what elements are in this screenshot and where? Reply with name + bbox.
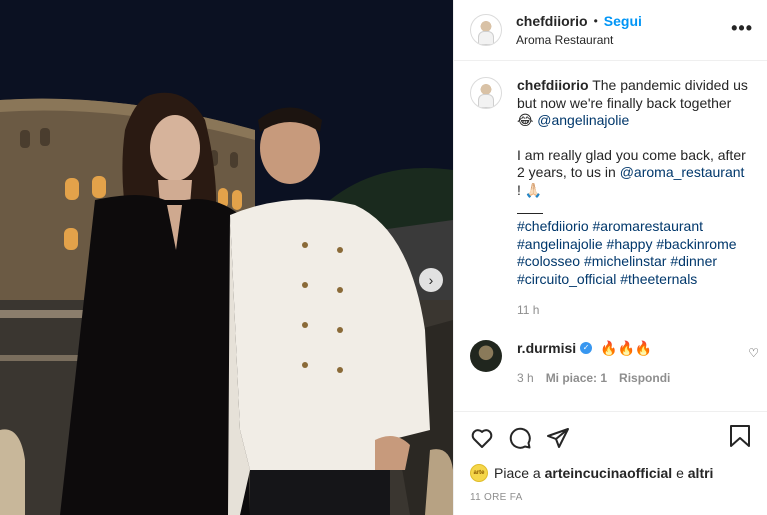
comment-meta: 3 h Mi piace: 1 Rispondi bbox=[517, 371, 670, 385]
caption-text-3: ! 🙏🏻 bbox=[517, 181, 543, 198]
caption-body: chefdiiorio The pandemic divided us but … bbox=[517, 77, 751, 320]
verified-badge-icon: ✓ bbox=[580, 342, 593, 354]
hashtag-link[interactable]: #backinrome bbox=[656, 236, 736, 252]
hashtag-link[interactable]: #aromarestaurant bbox=[593, 218, 704, 234]
hashtag-link[interactable]: #angelinajolie bbox=[517, 236, 603, 252]
comment-bubble-icon[interactable] bbox=[508, 426, 532, 450]
caption-mention-2[interactable]: @aroma_restaurant bbox=[620, 164, 745, 180]
comment-like-heart-icon[interactable]: ♡ bbox=[748, 346, 759, 360]
commenter-username[interactable]: r.durmisi bbox=[517, 340, 576, 356]
hashtag-link[interactable]: #happy bbox=[607, 236, 653, 252]
comment-text: 🔥🔥🔥 bbox=[600, 340, 653, 356]
caption-divider bbox=[517, 213, 543, 214]
share-paper-plane-icon[interactable] bbox=[546, 426, 570, 450]
location-link[interactable]: Aroma Restaurant bbox=[516, 33, 642, 47]
hashtag-link[interactable]: #theeternals bbox=[620, 271, 697, 287]
hashtag-link[interactable]: #chefdiiorio bbox=[517, 218, 589, 234]
author-info: chefdiiorio • Segui Aroma Restaurant bbox=[516, 13, 642, 47]
likes-others-link[interactable]: altri bbox=[688, 465, 714, 481]
liker-username[interactable]: arteincucinaofficial bbox=[545, 465, 673, 481]
hashtag-link[interactable]: #circuito_official bbox=[517, 271, 616, 287]
post-age[interactable]: 11 ORE FA bbox=[470, 492, 751, 503]
author-username[interactable]: chefdiiorio bbox=[516, 13, 588, 29]
commenter-avatar[interactable] bbox=[470, 340, 502, 372]
more-options-icon[interactable]: ••• bbox=[731, 18, 753, 39]
hashtag-link[interactable]: #colosseo bbox=[517, 253, 580, 269]
comment-item: r.durmisi ✓ 🔥🔥🔥 3 h Mi piace: 1 Rispondi… bbox=[454, 340, 767, 385]
chevron-right-icon: › bbox=[428, 272, 434, 288]
caption-author-avatar[interactable] bbox=[470, 77, 502, 109]
post-side-panel: chefdiiorio • Segui Aroma Restaurant •••… bbox=[453, 0, 767, 515]
author-avatar[interactable] bbox=[470, 14, 502, 46]
hashtag-link[interactable]: #michelinstar bbox=[584, 253, 666, 269]
follow-button[interactable]: Segui bbox=[604, 13, 642, 29]
commenter-username-line: r.durmisi ✓ bbox=[517, 340, 596, 356]
action-bar: arte Piace a arteincucinaofficial e altr… bbox=[454, 411, 767, 503]
caption-row: chefdiiorio The pandemic divided us but … bbox=[470, 77, 751, 320]
caption-mention-1[interactable]: @angelinajolie bbox=[537, 112, 629, 128]
post-header: chefdiiorio • Segui Aroma Restaurant ••• bbox=[454, 0, 767, 61]
comment-time[interactable]: 3 h bbox=[517, 371, 534, 385]
caption-timestamp[interactable]: 11 h bbox=[517, 302, 751, 320]
reply-button[interactable]: Rispondi bbox=[619, 371, 670, 385]
comment-body: r.durmisi ✓ 🔥🔥🔥 3 h Mi piace: 1 Rispondi bbox=[517, 340, 670, 385]
like-heart-icon[interactable] bbox=[470, 426, 494, 450]
hashtag-link[interactable]: #dinner bbox=[670, 253, 717, 269]
liker-avatar[interactable]: arte bbox=[470, 464, 488, 482]
author-line: chefdiiorio • Segui bbox=[516, 13, 642, 29]
action-icons bbox=[470, 424, 751, 452]
photo-illustration bbox=[0, 0, 453, 515]
likes-prefix: Piace a bbox=[494, 465, 541, 481]
caption-hashtags: #chefdiiorio #aromarestaurant #angelinaj… bbox=[517, 218, 751, 288]
post-photo: › bbox=[0, 0, 453, 515]
comments-area: chefdiiorio The pandemic divided us but … bbox=[454, 61, 767, 371]
comment-like-count[interactable]: Mi piace: 1 bbox=[546, 371, 607, 385]
bookmark-icon[interactable] bbox=[729, 424, 751, 453]
likes-conj: e bbox=[676, 465, 684, 481]
separator-dot: • bbox=[593, 14, 598, 28]
next-photo-button[interactable]: › bbox=[419, 268, 443, 292]
likes-summary: arte Piace a arteincucinaofficial e altr… bbox=[470, 464, 751, 482]
caption-username[interactable]: chefdiiorio bbox=[517, 77, 589, 93]
